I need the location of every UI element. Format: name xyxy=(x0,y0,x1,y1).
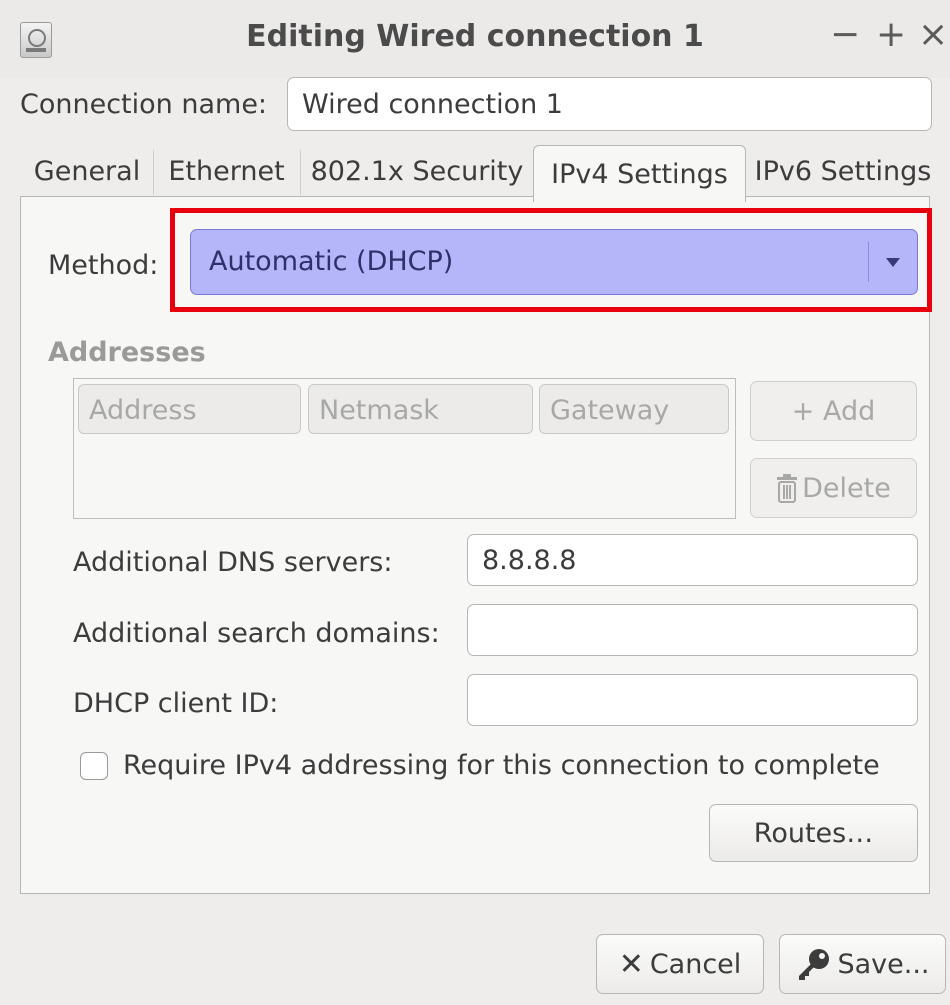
maximize-button[interactable]: + xyxy=(876,15,906,55)
window-title: Editing Wired connection 1 xyxy=(246,19,704,54)
dhcp-client-id-input[interactable] xyxy=(467,674,918,726)
dns-servers-input[interactable] xyxy=(467,534,918,586)
tab-8021x-security[interactable]: 802.1x Security xyxy=(302,145,532,197)
x-icon: ✕ xyxy=(618,946,644,982)
dns-label: Additional DNS servers: xyxy=(73,547,393,578)
require-ipv4-checkbox[interactable] xyxy=(80,752,108,780)
column-header-address[interactable]: Address xyxy=(78,384,301,434)
dhcp-client-id-label: DHCP client ID: xyxy=(73,688,279,719)
save-label: Save... xyxy=(837,948,930,980)
tab-ethernet[interactable]: Ethernet xyxy=(155,145,298,197)
minimize-button[interactable]: − xyxy=(830,15,860,55)
tab-general[interactable]: General xyxy=(22,145,152,197)
column-header-netmask[interactable]: Netmask xyxy=(308,384,533,434)
method-value: Automatic (DHCP) xyxy=(209,246,454,277)
method-dropdown[interactable]: Automatic (DHCP) xyxy=(190,229,918,295)
delete-address-button[interactable]: Delete xyxy=(750,458,917,518)
method-label: Method: xyxy=(48,250,159,281)
connection-name-label: Connection name: xyxy=(20,89,268,120)
title-bar: Editing Wired connection 1 − + × xyxy=(0,0,950,78)
close-button[interactable]: × xyxy=(918,15,948,55)
trash-icon xyxy=(777,474,798,503)
add-address-button[interactable]: + Add xyxy=(750,381,917,441)
search-domains-input[interactable] xyxy=(467,604,918,656)
routes-button[interactable]: Routes… xyxy=(709,804,918,862)
addresses-section-label: Addresses xyxy=(48,337,206,368)
cancel-button[interactable]: ✕ Cancel xyxy=(596,934,764,994)
key-icon xyxy=(799,949,830,980)
save-button[interactable]: Save... xyxy=(779,934,946,994)
cancel-label: Cancel xyxy=(649,948,742,980)
tab-ipv6-settings[interactable]: IPv6 Settings xyxy=(748,145,938,197)
chevron-down-icon xyxy=(886,258,900,267)
column-header-gateway[interactable]: Gateway xyxy=(539,384,729,434)
tab-ipv4-settings[interactable]: IPv4 Settings xyxy=(533,145,746,202)
connection-name-input[interactable] xyxy=(287,77,932,131)
delete-label: Delete xyxy=(802,472,891,504)
require-ipv4-label[interactable]: Require IPv4 addressing for this connect… xyxy=(123,750,880,781)
search-domains-label: Additional search domains: xyxy=(73,618,440,649)
